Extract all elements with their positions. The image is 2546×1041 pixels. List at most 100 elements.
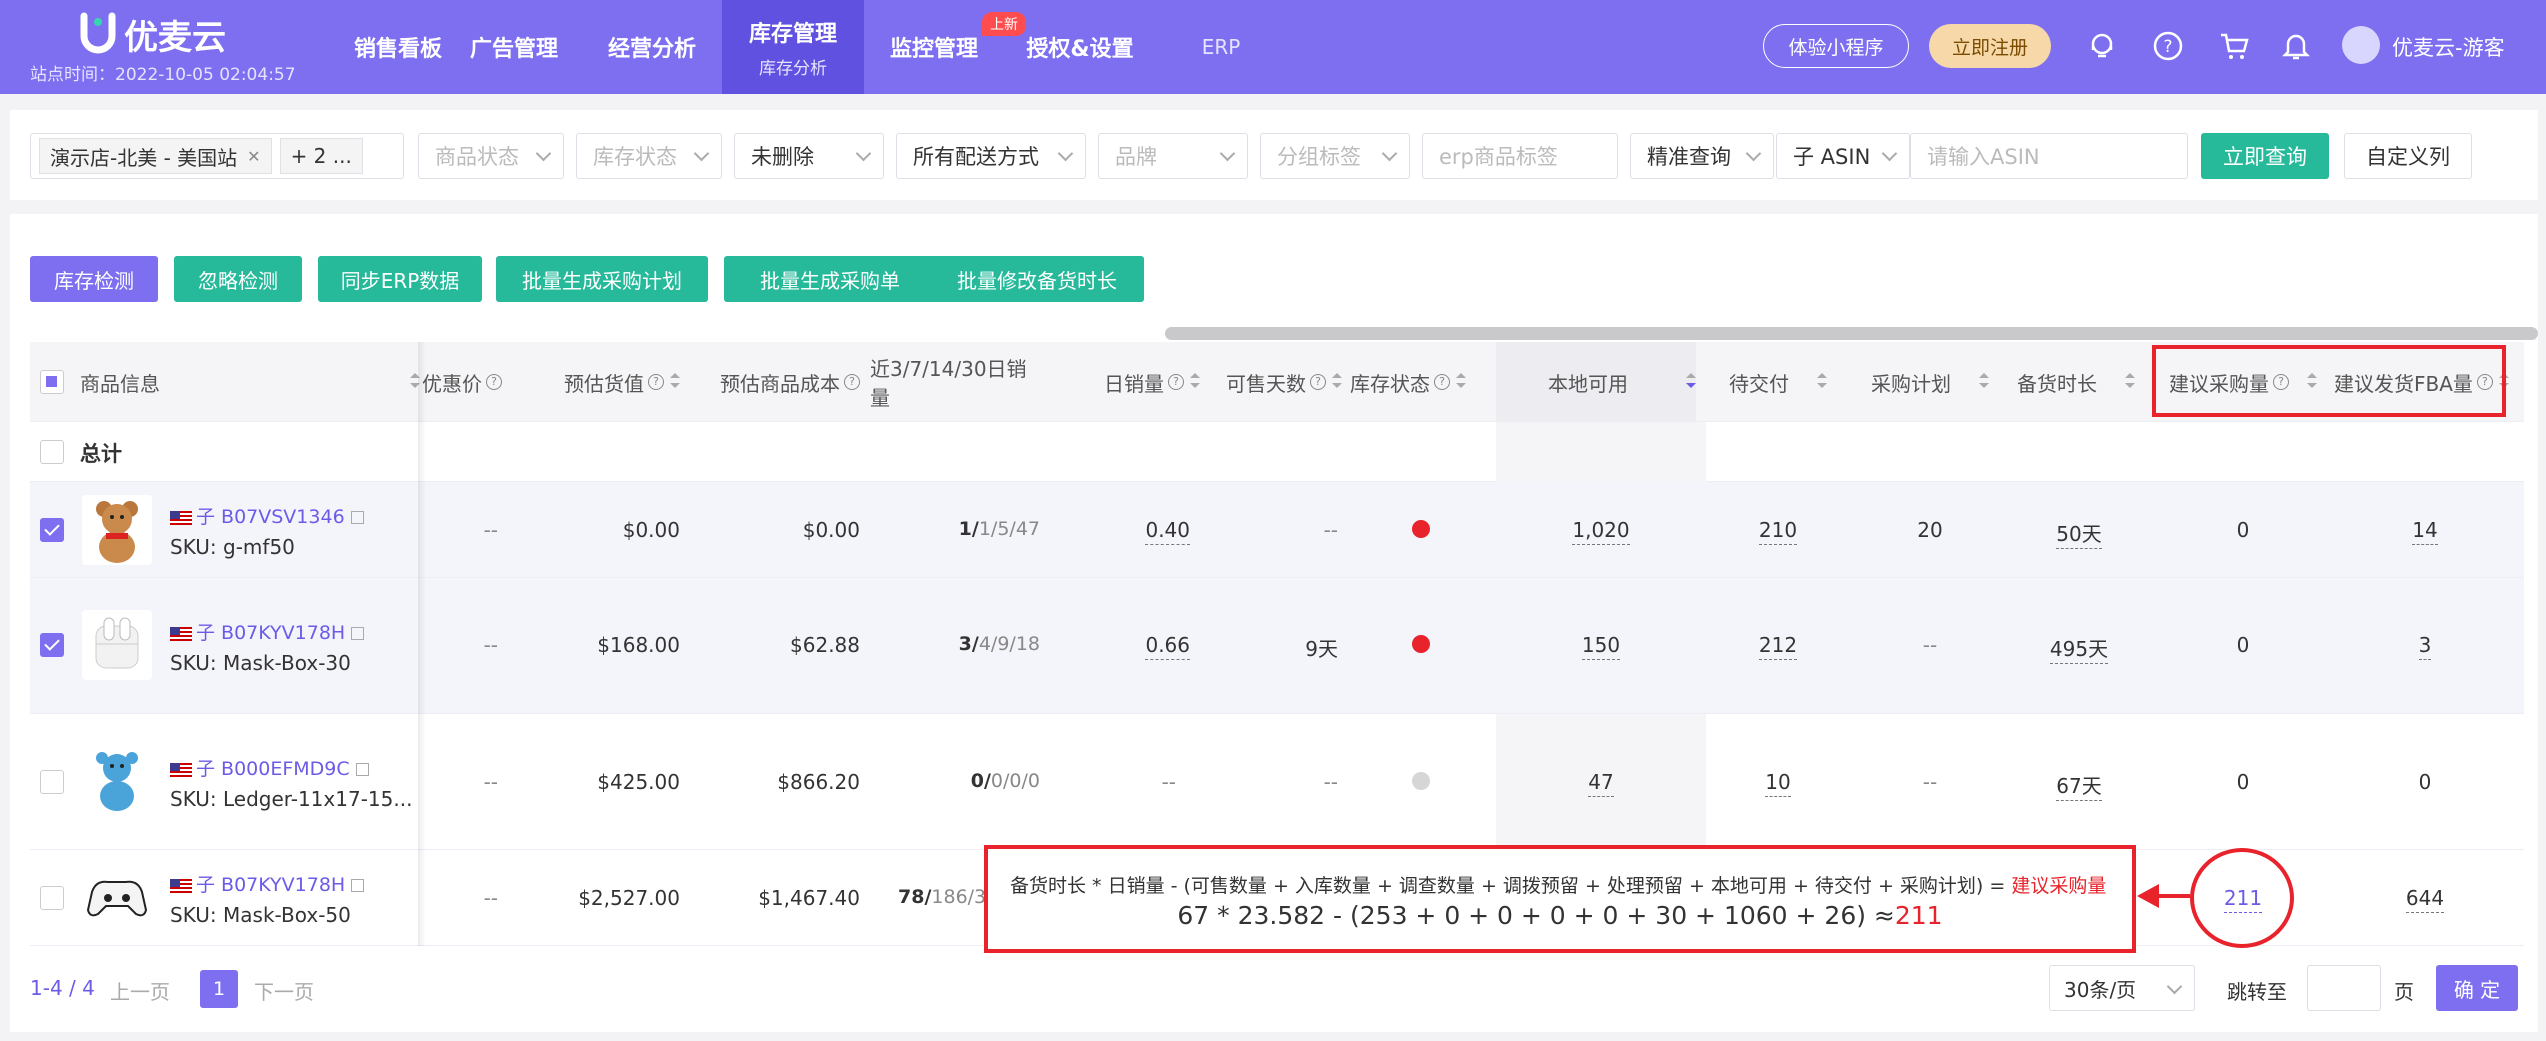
nav-inventory-sub: 库存分析 — [759, 58, 827, 79]
cell-suggest-fba[interactable]: 14 — [2334, 518, 2516, 545]
cell-daily[interactable]: 0.40 — [1080, 518, 1190, 545]
sort-icon[interactable] — [1456, 373, 1466, 391]
cell-daily[interactable]: 0.66 — [1080, 633, 1190, 660]
cell-suggest-fba[interactable]: 644 — [2334, 886, 2516, 913]
delivery-select[interactable]: 所有配送方式 — [896, 133, 1086, 179]
sort-icon[interactable] — [2125, 373, 2135, 391]
next-page-button[interactable]: 下一页 — [254, 976, 314, 1005]
cell-lead[interactable]: 50天 — [2004, 518, 2154, 549]
frozen-column-shadow — [418, 342, 426, 946]
horizontal-scrollbar[interactable] — [1165, 327, 2538, 340]
nav-business[interactable]: 经营分析 — [582, 0, 722, 94]
asin-link[interactable]: 子 B07KYV178H — [170, 618, 365, 645]
sort-icon[interactable] — [1817, 373, 1827, 391]
external-link-icon[interactable] — [355, 763, 369, 776]
th-est-value[interactable]: 预估货值? — [510, 342, 680, 422]
cell-suggest-fba[interactable]: 3 — [2334, 633, 2516, 660]
external-link-icon[interactable] — [350, 511, 364, 524]
tag-close-icon[interactable]: ✕ — [247, 147, 260, 166]
sort-icon[interactable] — [670, 373, 680, 391]
cell-lead[interactable]: 495天 — [2004, 633, 2154, 664]
inventory-check-button[interactable]: 库存检测 — [30, 256, 158, 302]
sort-icon[interactable] — [1979, 373, 1989, 391]
row-checkbox[interactable] — [40, 770, 64, 794]
mini-program-button[interactable]: 体验小程序 — [1763, 24, 1909, 68]
query-button[interactable]: 立即查询 — [2201, 133, 2329, 179]
cell-pending[interactable]: 10 — [1706, 770, 1850, 797]
th-product[interactable]: 商品信息 — [80, 342, 420, 422]
th-plan[interactable]: 采购计划 — [1860, 342, 2000, 422]
help-icon[interactable]: ? — [1310, 374, 1326, 390]
product-status-select[interactable]: 商品状态 — [418, 133, 564, 179]
site-time: 站点时间：2022-10-05 02:04:57 — [30, 65, 296, 85]
more-tag[interactable]: + 2 ... — [279, 138, 363, 174]
prev-page-button[interactable]: 上一页 — [110, 976, 170, 1005]
username[interactable]: 优麦云-游客 — [2392, 32, 2505, 62]
th-lead[interactable]: 备货时长 — [2004, 342, 2148, 422]
asin-search-input[interactable]: 请输入ASIN — [1910, 133, 2188, 179]
sort-icon[interactable] — [1332, 373, 1342, 391]
nav-erp[interactable]: ERP — [1162, 0, 1280, 94]
store-select[interactable]: 演示店-北美 - 美国站 ✕ + 2 ... — [30, 133, 404, 179]
stock-status-select[interactable]: 库存状态 — [576, 133, 722, 179]
sort-icon[interactable] — [1686, 373, 1696, 391]
page-size-select[interactable]: 30条/页 — [2049, 965, 2195, 1011]
erp-tag-input[interactable]: erp商品标签 — [1422, 133, 1618, 179]
th-daily[interactable]: 日销量? — [1050, 342, 1200, 422]
sync-erp-button[interactable]: 同步ERP数据 — [318, 256, 482, 302]
cell-lead[interactable]: 67天 — [2004, 770, 2154, 801]
asin-link[interactable]: 子 B07VSV1346 — [170, 502, 364, 529]
batch-lead-time-button[interactable]: 批量修改备货时长 — [930, 256, 1144, 302]
cell-pending[interactable]: 210 — [1706, 518, 1850, 545]
ignore-check-button[interactable]: 忽略检测 — [174, 256, 302, 302]
cart-icon[interactable] — [2218, 30, 2250, 62]
cell-suggest-buy: 0 — [2236, 633, 2250, 657]
row-checkbox[interactable] — [40, 886, 64, 910]
cell-local[interactable]: 47 — [1496, 770, 1706, 797]
sort-icon[interactable] — [1190, 373, 1200, 391]
th-local[interactable]: 本地可用 — [1496, 342, 1696, 422]
th-est-cost[interactable]: 预估商品成本? — [690, 342, 860, 422]
cell-discount: -- — [483, 518, 498, 542]
cell-local[interactable]: 1,020 — [1496, 518, 1706, 545]
external-link-icon[interactable] — [351, 627, 365, 640]
batch-purchase-order-button[interactable]: 批量生成采购单 — [724, 256, 936, 302]
field-select[interactable]: 子 ASIN — [1776, 133, 1910, 179]
asin-link[interactable]: 子 B07KYV178H — [170, 870, 365, 897]
external-link-icon[interactable] — [351, 879, 365, 892]
th-sales[interactable]: 近3/7/14/30日销量 — [870, 342, 1042, 422]
jump-confirm-button[interactable]: 确 定 — [2436, 965, 2518, 1011]
group-tag-select[interactable]: 分组标签 — [1260, 133, 1410, 179]
cell-local[interactable]: 150 — [1496, 633, 1706, 660]
th-days[interactable]: 可售天数? — [1200, 342, 1342, 422]
cell-pending[interactable]: 212 — [1706, 633, 1850, 660]
nav-monitor[interactable]: 监控管理 — [864, 0, 1004, 94]
help-icon[interactable]: ? — [1434, 374, 1450, 390]
select-all-checkbox[interactable] — [40, 370, 64, 394]
help-icon[interactable]: ? — [2152, 30, 2184, 62]
help-icon[interactable]: ? — [648, 374, 664, 390]
support-icon[interactable] — [2086, 30, 2118, 62]
th-pending[interactable]: 待交付 — [1706, 342, 1850, 422]
jump-page-input[interactable] — [2307, 965, 2381, 1011]
row-checkbox[interactable] — [40, 518, 64, 542]
total-checkbox[interactable] — [40, 440, 64, 464]
help-icon[interactable]: ? — [1168, 374, 1184, 390]
brand-select[interactable]: 品牌 — [1098, 133, 1248, 179]
register-button[interactable]: 立即注册 — [1929, 24, 2051, 68]
row-checkbox[interactable] — [40, 633, 64, 657]
nav-settings[interactable]: 授权&设置 — [1010, 0, 1150, 94]
asin-link[interactable]: 子 B000EFMD9C — [170, 754, 369, 781]
match-select[interactable]: 精准查询 — [1630, 133, 1774, 179]
product-status-label: 商品状态 — [435, 145, 519, 169]
nav-ads[interactable]: 广告管理 — [444, 0, 584, 94]
bell-icon[interactable] — [2280, 30, 2312, 62]
nav-inventory[interactable]: 库存管理 库存分析 — [722, 0, 864, 94]
deleted-select[interactable]: 未删除 — [734, 133, 884, 179]
custom-columns-button[interactable]: 自定义列 — [2344, 133, 2472, 179]
help-icon[interactable]: ? — [844, 374, 860, 390]
help-icon[interactable]: ? — [486, 374, 502, 390]
page-number-current[interactable]: 1 — [200, 970, 238, 1008]
batch-purchase-plan-button[interactable]: 批量生成采购计划 — [496, 256, 708, 302]
avatar[interactable] — [2342, 26, 2380, 64]
